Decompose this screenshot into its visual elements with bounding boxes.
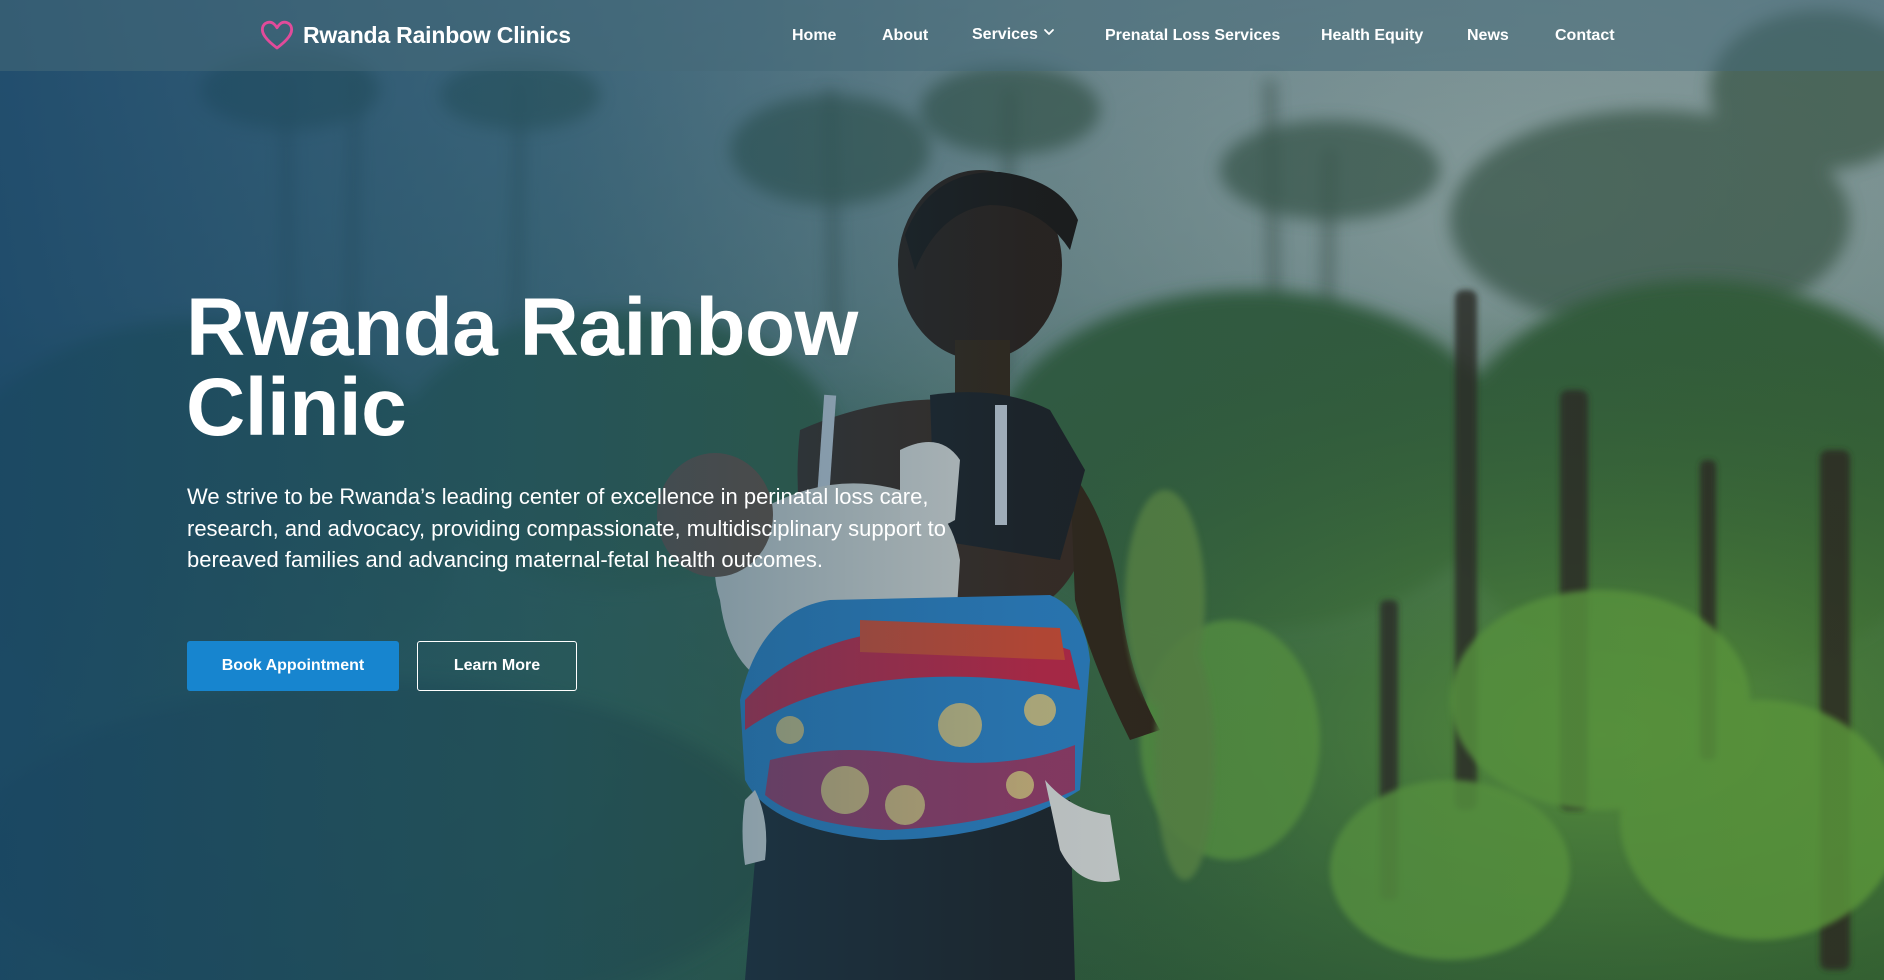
- brand-name: Rwanda Rainbow Clinics: [303, 21, 571, 48]
- hero-title: Rwanda Rainbow Clinic: [186, 282, 858, 453]
- nav-home[interactable]: Home: [792, 26, 836, 46]
- brand-logo[interactable]: Rwanda Rainbow Clinics: [260, 18, 571, 52]
- site-header: Rwanda Rainbow Clinics Home About Servic…: [0, 0, 1884, 71]
- page: Rwanda Rainbow Clinics Home About Servic…: [0, 0, 1884, 980]
- chevron-down-icon: [1043, 29, 1054, 35]
- hero-subtitle: We strive to be Rwanda’s leading center …: [187, 484, 946, 572]
- nav-about[interactable]: About: [882, 26, 928, 46]
- learn-more-button[interactable]: Learn More: [417, 641, 577, 691]
- nav-contact[interactable]: Contact: [1555, 26, 1615, 46]
- nav-health-equity[interactable]: Health Equity: [1321, 26, 1423, 46]
- heart-icon: [260, 20, 294, 50]
- nav-services-label: Services: [972, 26, 1038, 43]
- nav-news[interactable]: News: [1467, 26, 1509, 46]
- book-appointment-button[interactable]: Book Appointment: [187, 641, 399, 691]
- nav-prenatal-loss-services[interactable]: Prenatal Loss Services: [1105, 26, 1280, 46]
- nav-services[interactable]: Services: [972, 25, 1055, 45]
